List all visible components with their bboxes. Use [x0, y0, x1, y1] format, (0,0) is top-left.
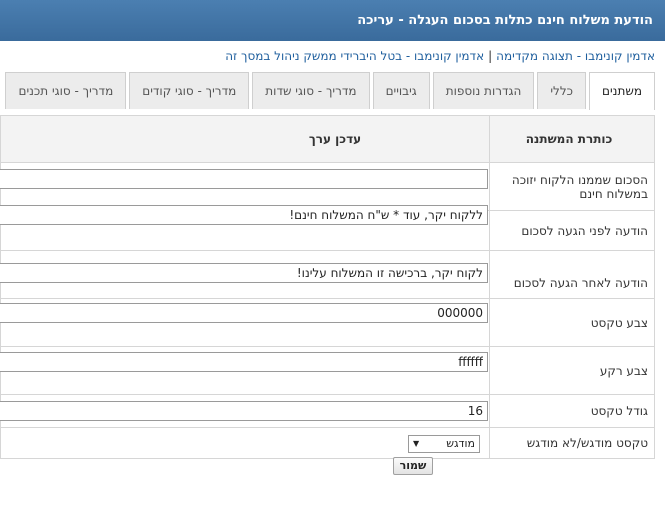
- header-update-value: עדכן ערך: [0, 115, 490, 163]
- top-links: אדמין קונימבו - תצוגה מקדימה| אדמין קונימ…: [0, 49, 655, 65]
- tab-general[interactable]: כללי: [537, 72, 586, 109]
- table-row: הסכום שממנו הלקוח יזוכה במשלוח חינם: [0, 162, 655, 211]
- row-label: צבע טקסט: [489, 298, 655, 347]
- link-separator: |: [488, 49, 493, 63]
- table-row: הודעה לפני הגעה לסכום: [0, 205, 655, 251]
- background-color-input[interactable]: [0, 352, 488, 372]
- table-row: הודעה לאחר הגעה לסכום: [0, 250, 655, 299]
- row-value-cell: [0, 162, 490, 211]
- tab-guide-field-types[interactable]: מדריך - סוגי שדות: [252, 72, 370, 109]
- chevron-down-icon: ▼: [413, 439, 420, 448]
- tab-variables[interactable]: משתנים: [589, 72, 655, 110]
- tab-guide-content-types[interactable]: מדריך - סוגי תכנים: [5, 72, 127, 109]
- row-value-cell: [0, 394, 490, 428]
- table-row: טקסט מודגש/לא מודגש מודגש ▼: [0, 427, 655, 459]
- bold-select[interactable]: מודגש ▼: [408, 435, 480, 453]
- row-value-cell: מודגש ▼: [0, 427, 490, 459]
- row-label: הודעה לאחר הגעה לסכום: [489, 250, 655, 299]
- row-label: טקסט מודגש/לא מודגש: [489, 427, 655, 459]
- tab-more-settings[interactable]: הגדרות נוספות: [432, 72, 535, 109]
- text-size-input[interactable]: [0, 401, 488, 421]
- table-row: גודל טקסט: [0, 394, 655, 428]
- row-value-cell: [0, 250, 490, 299]
- save-button[interactable]: שמור: [393, 457, 433, 475]
- window-title: הודעת משלוח חינם כתלות בסכום העגלה - ערי…: [0, 0, 665, 41]
- tab-backups[interactable]: גיבויים: [372, 72, 430, 109]
- bold-select-value: מודגש: [446, 437, 475, 450]
- free-shipping-amount-input[interactable]: [0, 169, 488, 189]
- header-variable-title: כותרת המשתנה: [489, 115, 655, 163]
- row-label: הודעה לפני הגעה לסכום: [489, 210, 655, 251]
- row-value-cell: [0, 205, 490, 251]
- table-row: צבע טקסט: [0, 298, 655, 347]
- row-label: גודל טקסט: [489, 394, 655, 428]
- link-cancel-hybrid[interactable]: אדמין קונימבו - בטל היברידי ממשק ניהול ב…: [225, 49, 484, 63]
- tab-bar: משתניםכלליהגדרות נוספותגיבוייםמדריך - סו…: [2, 72, 655, 110]
- table-header-row: כותרת המשתנה עדכן ערך: [0, 115, 655, 163]
- row-label: הסכום שממנו הלקוח יזוכה במשלוח חינם: [489, 162, 655, 211]
- variables-table: כותרת המשתנה עדכן ערך הסכום שממנו הלקוח …: [0, 115, 655, 459]
- message-after-input[interactable]: [0, 263, 488, 283]
- row-value-cell: [0, 298, 490, 347]
- row-label: צבע רקע: [489, 346, 655, 395]
- link-preview[interactable]: אדמין קונימבו - תצוגה מקדימה: [496, 49, 655, 63]
- table-row: צבע רקע: [0, 346, 655, 395]
- message-before-input[interactable]: [0, 205, 488, 225]
- variables-panel: כותרת המשתנה עדכן ערך הסכום שממנו הלקוח …: [0, 115, 655, 459]
- row-value-cell: [0, 346, 490, 395]
- text-color-input[interactable]: [0, 303, 488, 323]
- tab-guide-code-types[interactable]: מדריך - סוגי קודים: [129, 72, 250, 109]
